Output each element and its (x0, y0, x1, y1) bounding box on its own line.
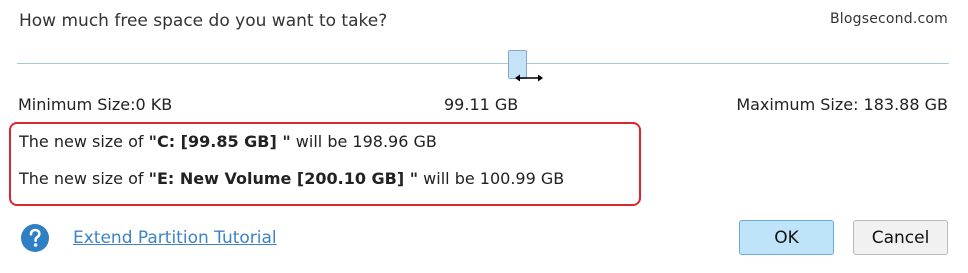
maximum-size-label: Maximum Size: 183.88 GB (736, 95, 948, 114)
new-size-e-suffix: will be 100.99 GB (418, 169, 565, 188)
partition-c-name: "C: [99.85 GB] " (148, 132, 291, 151)
size-slider-track[interactable] (17, 63, 949, 64)
minimum-size-label: Minimum Size:0 KB (18, 95, 173, 114)
question-circle-icon[interactable] (20, 223, 50, 253)
ok-button[interactable]: OK (739, 220, 834, 255)
extend-partition-tutorial-link[interactable]: Extend Partition Tutorial (73, 228, 277, 248)
cancel-button[interactable]: Cancel (853, 220, 948, 255)
new-size-e-line: The new size of "E: New Volume [200.10 G… (19, 169, 564, 188)
new-size-c-line: The new size of "C: [99.85 GB] " will be… (19, 132, 437, 151)
new-size-e-prefix: The new size of (19, 169, 149, 188)
horizontal-resize-cursor-icon (515, 74, 543, 82)
new-size-c-suffix: will be 198.96 GB (290, 132, 437, 151)
dialog-question: How much free space do you want to take? (19, 11, 388, 31)
watermark-text: Blogsecond.com (829, 11, 948, 27)
current-size-value: 99.11 GB (444, 95, 519, 114)
partition-e-name: "E: New Volume [200.10 GB] " (148, 169, 419, 188)
new-size-c-prefix: The new size of (19, 132, 149, 151)
